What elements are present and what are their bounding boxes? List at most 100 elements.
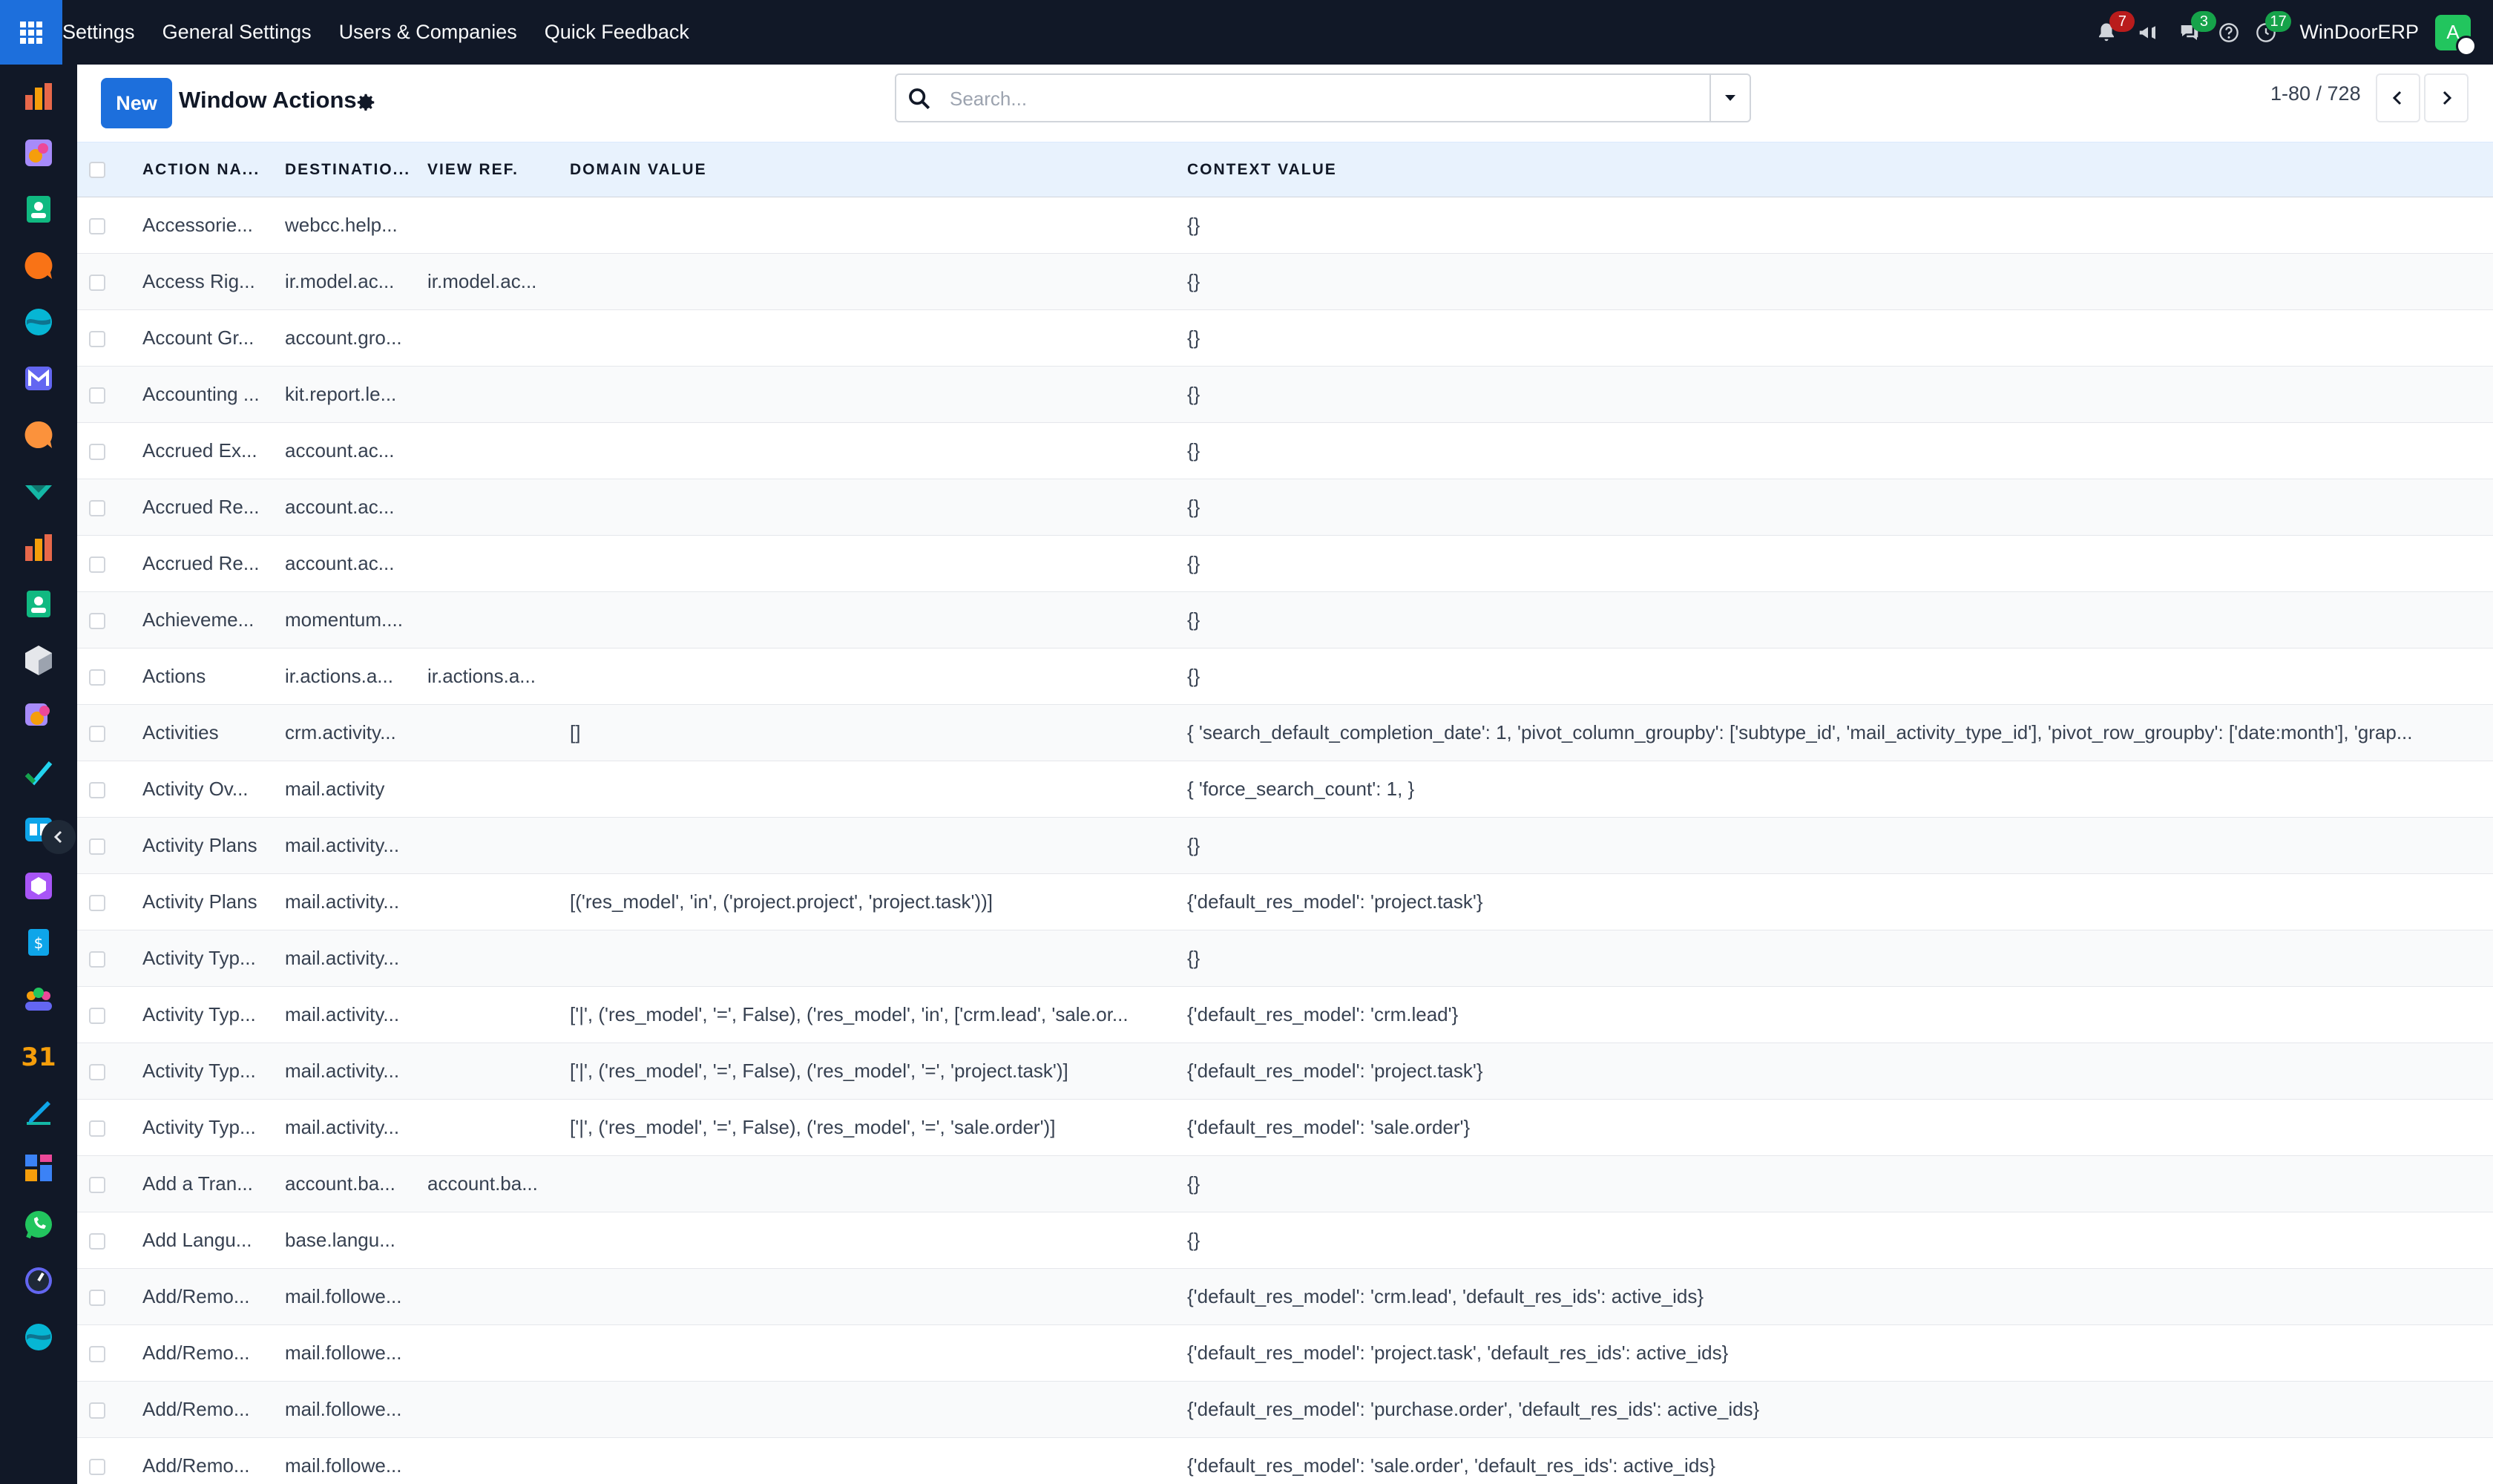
domain-value-cell[interactable]: [564, 1212, 1181, 1269]
view-ref-cell[interactable]: [421, 817, 564, 874]
context-value-cell[interactable]: {}: [1181, 930, 2493, 987]
table-row[interactable]: Activity Typ... mail.activity... ['|', ('r…: [77, 1043, 2493, 1100]
view-ref-cell[interactable]: account.ba...: [421, 1155, 564, 1212]
domain-value-cell[interactable]: [564, 535, 1181, 592]
select-all-checkbox[interactable]: [89, 161, 105, 178]
domain-value-cell[interactable]: [564, 309, 1181, 367]
destination-cell[interactable]: mail.activity...: [279, 1099, 421, 1156]
view-ref-cell[interactable]: [421, 1437, 564, 1484]
table-row[interactable]: Add/Remo... mail.followe... {'default_res_…: [77, 1324, 2493, 1382]
column-header-destination[interactable]: DESTINATIO...: [279, 142, 421, 197]
menu-settings[interactable]: Settings: [62, 21, 135, 44]
row-checkbox[interactable]: [89, 1459, 105, 1476]
table-row[interactable]: Activities crm.activity... []{ 'search_def…: [77, 704, 2493, 761]
project-icon[interactable]: [22, 757, 55, 789]
sales-icon[interactable]: [22, 306, 55, 338]
email-marketing-icon[interactable]: [22, 362, 55, 395]
view-ref-cell[interactable]: [421, 1381, 564, 1438]
row-checkbox[interactable]: [89, 387, 105, 404]
action-name-cell[interactable]: Accrued Ex...: [137, 422, 279, 479]
pager-previous-button[interactable]: [2376, 73, 2420, 122]
announcements-button[interactable]: [2127, 0, 2169, 65]
context-value-cell[interactable]: { 'search_default_completion_date': 1, '…: [1181, 704, 2493, 761]
context-value-cell[interactable]: {}: [1181, 422, 2493, 479]
destination-cell[interactable]: mail.followe...: [279, 1437, 421, 1484]
table-row[interactable]: Add Langu... base.langu... {}: [77, 1212, 2493, 1269]
destination-cell[interactable]: mail.activity: [279, 761, 421, 818]
row-checkbox[interactable]: [89, 951, 105, 968]
action-name-cell[interactable]: Accounting ...: [137, 366, 279, 423]
view-ref-cell[interactable]: ir.model.ac...: [421, 253, 564, 310]
menu-general-settings[interactable]: General Settings: [162, 21, 312, 44]
view-ref-cell[interactable]: [421, 309, 564, 367]
table-row[interactable]: Accessorie... webcc.help... {}: [77, 197, 2493, 254]
sign-icon[interactable]: [22, 1095, 55, 1128]
view-ref-cell[interactable]: [421, 930, 564, 987]
help-button[interactable]: [2210, 0, 2247, 65]
row-checkbox[interactable]: [89, 444, 105, 461]
context-value-cell[interactable]: {}: [1181, 817, 2493, 874]
domain-value-cell[interactable]: [564, 817, 1181, 874]
destination-cell[interactable]: account.ac...: [279, 535, 421, 592]
view-ref-cell[interactable]: ir.actions.a...: [421, 648, 564, 705]
table-row[interactable]: Activity Typ... mail.activity... ['|', ('r…: [77, 986, 2493, 1043]
destination-cell[interactable]: kit.report.le...: [279, 366, 421, 423]
view-ref-cell[interactable]: [421, 704, 564, 761]
livechat-icon[interactable]: [22, 418, 55, 451]
context-value-cell[interactable]: {'default_res_model': 'project.task', 'd…: [1181, 1324, 2493, 1382]
domain-value-cell[interactable]: ['|', ('res_model', '=', False), ('res_m…: [564, 986, 1181, 1043]
row-checkbox[interactable]: [89, 726, 105, 743]
row-checkbox[interactable]: [89, 331, 105, 348]
reporting-icon[interactable]: [22, 531, 55, 564]
menu-quick-feedback[interactable]: Quick Feedback: [545, 21, 689, 44]
action-name-cell[interactable]: Add Langu...: [137, 1212, 279, 1269]
invoicing-icon[interactable]: [22, 80, 55, 113]
destination-cell[interactable]: webcc.help...: [279, 197, 421, 254]
timesheets-icon[interactable]: [22, 1264, 55, 1297]
action-name-cell[interactable]: Activities: [137, 704, 279, 761]
row-checkbox[interactable]: [89, 1402, 105, 1419]
domain-value-cell[interactable]: [564, 253, 1181, 310]
domain-value-cell[interactable]: [564, 1268, 1181, 1325]
row-checkbox[interactable]: [89, 1064, 105, 1081]
context-value-cell[interactable]: { 'force_search_count': 1, }: [1181, 761, 2493, 818]
action-name-cell[interactable]: Accrued Re...: [137, 535, 279, 592]
view-ref-cell[interactable]: [421, 422, 564, 479]
domain-value-cell[interactable]: [564, 197, 1181, 254]
view-ref-cell[interactable]: [421, 366, 564, 423]
team-icon[interactable]: [22, 982, 55, 1015]
destination-cell[interactable]: mail.activity...: [279, 817, 421, 874]
action-name-cell[interactable]: Add/Remo...: [137, 1268, 279, 1325]
context-value-cell[interactable]: {}: [1181, 1212, 2493, 1269]
context-value-cell[interactable]: {'default_res_model': 'crm.lead', 'defau…: [1181, 1268, 2493, 1325]
action-name-cell[interactable]: Add/Remo...: [137, 1381, 279, 1438]
table-row[interactable]: Accrued Re... account.ac... {}: [77, 535, 2493, 592]
context-value-cell[interactable]: {'default_res_model': 'sale.order', 'def…: [1181, 1437, 2493, 1484]
domain-value-cell[interactable]: [564, 1381, 1181, 1438]
view-ref-cell[interactable]: [421, 197, 564, 254]
domain-value-cell[interactable]: [('res_model', 'in', ('project.project',…: [564, 873, 1181, 930]
destination-cell[interactable]: mail.activity...: [279, 1043, 421, 1100]
destination-cell[interactable]: account.gro...: [279, 309, 421, 367]
table-row[interactable]: Activity Plans mail.activity... {}: [77, 817, 2493, 874]
destination-cell[interactable]: mail.activity...: [279, 873, 421, 930]
table-row[interactable]: Activity Ov... mail.activity { 'force_sear…: [77, 761, 2493, 818]
search-input[interactable]: [948, 82, 1634, 115]
table-row[interactable]: Activity Typ... mail.activity... ['|', ('r…: [77, 1099, 2493, 1156]
row-checkbox[interactable]: [89, 275, 105, 292]
context-value-cell[interactable]: {}: [1181, 535, 2493, 592]
row-checkbox[interactable]: [89, 1008, 105, 1025]
action-name-cell[interactable]: Activity Typ...: [137, 986, 279, 1043]
row-checkbox[interactable]: [89, 1290, 105, 1307]
column-header-view-ref[interactable]: VIEW REF.: [421, 142, 564, 197]
products-icon[interactable]: [22, 870, 55, 902]
apps-icon[interactable]: [22, 700, 55, 733]
destination-cell[interactable]: account.ac...: [279, 479, 421, 536]
table-row[interactable]: Accrued Re... account.ac... {}: [77, 479, 2493, 536]
action-name-cell[interactable]: Activity Typ...: [137, 1043, 279, 1100]
activities-button[interactable]: 17: [2247, 0, 2291, 65]
row-checkbox[interactable]: [89, 1233, 105, 1250]
view-ref-cell[interactable]: [421, 1099, 564, 1156]
action-name-cell[interactable]: Accrued Re...: [137, 479, 279, 536]
table-row[interactable]: Accrued Ex... account.ac... {}: [77, 422, 2493, 479]
